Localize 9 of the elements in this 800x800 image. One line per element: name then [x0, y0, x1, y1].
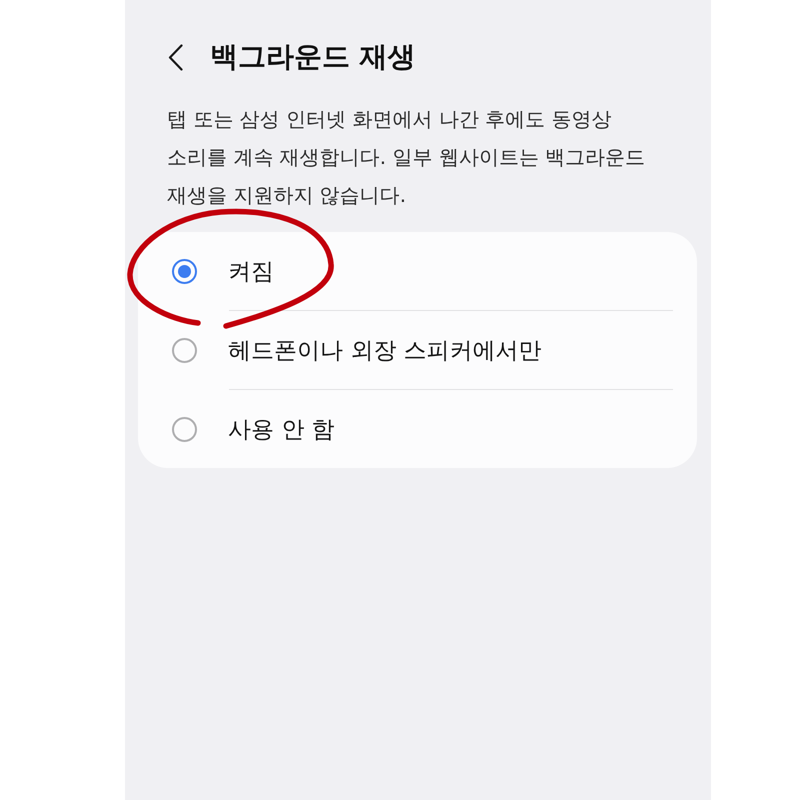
description-text: 탭 또는 삼성 인터넷 화면에서 나간 후에도 동영상 소리를 계속 재생합니다. 일부 웹사이트는 백그라운드 재생을 지원하지 않습니다.	[167, 106, 646, 209]
option-label: 사용 안 함	[228, 416, 335, 444]
page-title: 백그라운드 재생	[210, 39, 416, 75]
radio-button[interactable]	[172, 338, 197, 362]
radio-button[interactable]	[172, 416, 197, 442]
radio-button[interactable]	[172, 258, 197, 284]
option-label: 켜짐	[228, 258, 274, 286]
option-label: 헤드폰이나 외장 스피커에서만	[228, 336, 542, 366]
back-icon[interactable]	[168, 44, 183, 70]
